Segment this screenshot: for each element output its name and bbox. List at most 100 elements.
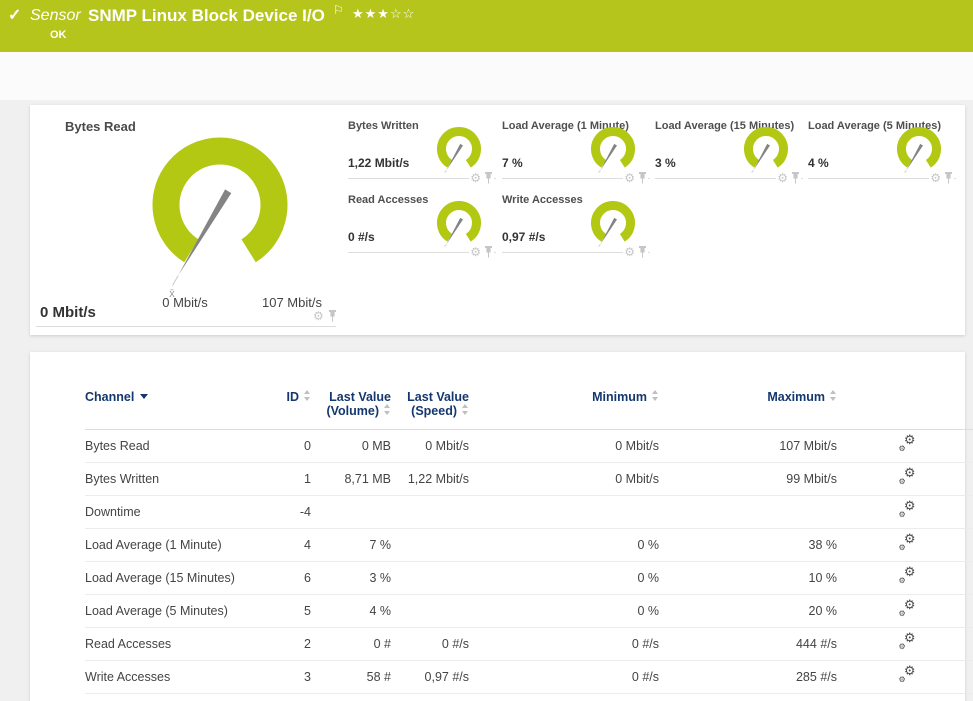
gauge-card-tools: ⚙ bbox=[776, 172, 801, 184]
sensor-kind-label: Sensor bbox=[30, 7, 81, 25]
pin-icon[interactable] bbox=[328, 310, 337, 322]
sort-desc-icon bbox=[140, 394, 148, 399]
cell-max: 10 % bbox=[659, 561, 837, 594]
pin-icon[interactable] bbox=[638, 246, 647, 258]
cell-volume: 58 # bbox=[311, 660, 391, 693]
gauge-card-tools: ⚙ bbox=[623, 246, 648, 258]
pin-icon[interactable] bbox=[944, 172, 953, 184]
cell-channel: Write Accesses bbox=[85, 660, 265, 693]
cell-channel: Load Average (5 Minutes) bbox=[85, 594, 265, 627]
gear-icon[interactable]: ⚙ bbox=[313, 310, 324, 322]
edit-channel-gears-icon[interactable]: ⚙⚙ bbox=[899, 469, 916, 485]
edit-channel-gears-icon[interactable]: ⚙⚙ bbox=[899, 568, 916, 584]
gauge-card-read-accesses[interactable]: Read Accesses 0 #/s ⚙ bbox=[348, 194, 496, 253]
table-row-bytes-written[interactable]: Bytes Written 1 8,71 MB 1,22 Mbit/s 0 Mb… bbox=[85, 462, 973, 495]
gear-icon[interactable]: ⚙ bbox=[930, 172, 941, 184]
flag-icon[interactable]: ⚐ bbox=[333, 3, 344, 17]
gauge-card-write-accesses[interactable]: Write Accesses 0,97 #/s ⚙ bbox=[502, 194, 650, 253]
column-header-id[interactable]: ID bbox=[265, 384, 311, 429]
cell-id: 3 bbox=[265, 660, 311, 693]
cell-speed bbox=[391, 528, 469, 561]
gauge-card-load-average-15min[interactable]: Load Average (15 Minutes) 3 % ⚙ bbox=[655, 120, 803, 179]
edit-channel-gears-icon[interactable]: ⚙⚙ bbox=[899, 535, 916, 551]
gauge-card-tools: ⚙ bbox=[623, 172, 648, 184]
cell-channel: Bytes Written bbox=[85, 462, 265, 495]
gauge-card-tools: ⚙ bbox=[469, 172, 494, 184]
cell-max: 107 Mbit/s bbox=[659, 429, 837, 462]
cell-max: 285 #/s bbox=[659, 660, 837, 693]
column-header-channel[interactable]: Channel bbox=[85, 384, 265, 429]
table-row-read-accesses[interactable]: Read Accesses 2 0 # 0 #/s 0 #/s 444 #/s … bbox=[85, 627, 973, 660]
gauge-card-value: 7 % bbox=[502, 156, 523, 170]
table-row-write-accesses[interactable]: Write Accesses 3 58 # 0,97 #/s 0 #/s 285… bbox=[85, 660, 973, 693]
gauge-card-tools: ⚙ bbox=[929, 172, 954, 184]
cell-speed bbox=[391, 495, 469, 528]
gauge-card-load-average-1min[interactable]: Load Average (1 Minute) 7 % ⚙ bbox=[502, 120, 650, 179]
edit-channel-gears-icon[interactable]: ⚙⚙ bbox=[899, 634, 916, 650]
primary-gauge-value: 0 Mbit/s bbox=[40, 304, 96, 321]
table-row-bytes-read[interactable]: Bytes Read 0 0 MB 0 Mbit/s 0 Mbit/s 107 … bbox=[85, 429, 973, 462]
gauge-card-value: 1,22 Mbit/s bbox=[348, 156, 409, 170]
cell-volume: 3 % bbox=[311, 561, 391, 594]
pin-icon[interactable] bbox=[638, 172, 647, 184]
channels-table: Channel ID Last Value(Volume) Last Value… bbox=[85, 384, 973, 694]
gauge-card-value: 0,97 #/s bbox=[502, 230, 545, 244]
channels-panel: Channel ID Last Value(Volume) Last Value… bbox=[30, 352, 965, 701]
cell-volume: 0 # bbox=[311, 627, 391, 660]
cell-min: 0 #/s bbox=[469, 660, 659, 693]
priority-stars[interactable]: ★★★☆☆ bbox=[352, 6, 415, 22]
gauges-panel: Bytes Read x̄ 0 Mbit/s 107 Mbit/s 0 Mbit… bbox=[30, 105, 965, 335]
cell-channel: Downtime bbox=[85, 495, 265, 528]
table-row-downtime[interactable]: Downtime -4 ⚙⚙ bbox=[85, 495, 973, 528]
gear-icon[interactable]: ⚙ bbox=[470, 172, 481, 184]
small-gauge bbox=[739, 126, 793, 173]
primary-gauge-scale-min: 0 Mbit/s bbox=[162, 295, 208, 310]
column-header-label: Maximum bbox=[767, 390, 825, 404]
cell-channel: Read Accesses bbox=[85, 627, 265, 660]
column-header-last-value-volume[interactable]: Last Value(Volume) bbox=[311, 384, 391, 429]
edit-channel-gears-icon[interactable]: ⚙⚙ bbox=[899, 601, 916, 617]
edit-channel-gears-icon[interactable]: ⚙⚙ bbox=[899, 502, 916, 518]
column-header-maximum[interactable]: Maximum bbox=[659, 384, 837, 429]
cell-max: 444 #/s bbox=[659, 627, 837, 660]
gauge-card-bytes-written[interactable]: Bytes Written 1,22 Mbit/s ⚙ bbox=[348, 120, 496, 179]
cell-max bbox=[659, 495, 837, 528]
cell-volume bbox=[311, 495, 391, 528]
cell-min: 0 % bbox=[469, 528, 659, 561]
gauge-card-title: Write Accesses bbox=[502, 194, 583, 206]
edit-channel-gears-icon[interactable]: ⚙⚙ bbox=[899, 667, 916, 683]
pin-icon[interactable] bbox=[484, 172, 493, 184]
gear-icon[interactable]: ⚙ bbox=[777, 172, 788, 184]
gear-icon[interactable]: ⚙ bbox=[470, 246, 481, 258]
column-header-label: ID bbox=[287, 390, 300, 404]
column-header-last-value-speed[interactable]: Last Value(Speed) bbox=[391, 384, 469, 429]
cell-speed: 1,22 Mbit/s bbox=[391, 462, 469, 495]
cell-speed: 0,97 #/s bbox=[391, 660, 469, 693]
pin-icon[interactable] bbox=[484, 246, 493, 258]
cell-id: 1 bbox=[265, 462, 311, 495]
table-row-load-average-1min[interactable]: Load Average (1 Minute) 4 7 % 0 % 38 % ⚙… bbox=[85, 528, 973, 561]
table-row-load-average-5min[interactable]: Load Average (5 Minutes) 5 4 % 0 % 20 % … bbox=[85, 594, 973, 627]
small-gauge bbox=[432, 200, 486, 247]
divider bbox=[36, 326, 336, 327]
gear-icon[interactable]: ⚙ bbox=[624, 172, 635, 184]
cell-min bbox=[469, 495, 659, 528]
cell-min: 0 % bbox=[469, 561, 659, 594]
gauge-card-value: 3 % bbox=[655, 156, 676, 170]
cell-channel: Bytes Read bbox=[85, 429, 265, 462]
cell-id: 6 bbox=[265, 561, 311, 594]
status-ok-check-icon: ✓ bbox=[8, 5, 21, 25]
cell-min: 0 % bbox=[469, 594, 659, 627]
cell-min: 0 Mbit/s bbox=[469, 462, 659, 495]
column-header-actions bbox=[837, 384, 973, 429]
cell-max: 99 Mbit/s bbox=[659, 462, 837, 495]
gauge-card-load-average-5min[interactable]: Load Average (5 Minutes) 4 % ⚙ bbox=[808, 120, 956, 179]
edit-channel-gears-icon[interactable]: ⚙⚙ bbox=[899, 436, 916, 452]
cell-max: 20 % bbox=[659, 594, 837, 627]
column-header-minimum[interactable]: Minimum bbox=[469, 384, 659, 429]
status-badge: OK bbox=[50, 29, 67, 41]
pin-icon[interactable] bbox=[791, 172, 800, 184]
gear-icon[interactable]: ⚙ bbox=[624, 246, 635, 258]
table-row-load-average-15min[interactable]: Load Average (15 Minutes) 6 3 % 0 % 10 %… bbox=[85, 561, 973, 594]
cell-speed: 0 #/s bbox=[391, 627, 469, 660]
